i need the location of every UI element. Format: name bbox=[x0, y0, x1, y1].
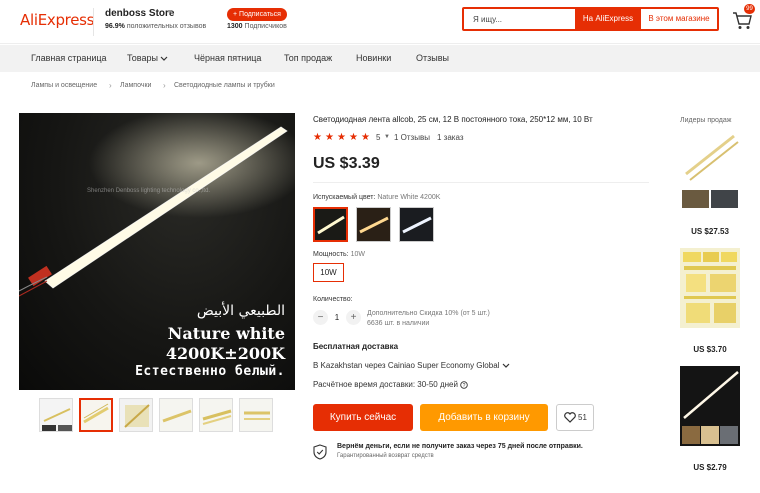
recommended-product-price: US $2.79 bbox=[693, 463, 727, 472]
nav-item-top-sales[interactable]: Топ продаж bbox=[284, 53, 332, 63]
color-option-warm-white[interactable] bbox=[356, 207, 391, 242]
recommended-product-image[interactable] bbox=[680, 248, 740, 328]
gallery-thumbnail[interactable] bbox=[199, 398, 233, 432]
search-input[interactable] bbox=[464, 9, 574, 29]
divider bbox=[93, 8, 94, 36]
divider bbox=[313, 182, 649, 183]
top-sellers-title: Лидеры продаж bbox=[680, 117, 732, 124]
power-label: Мощность: 10W bbox=[313, 251, 365, 258]
breadcrumb-item[interactable]: Светодиодные лампы и трубки bbox=[174, 82, 275, 89]
recommended-product-price: US $27.53 bbox=[691, 227, 729, 236]
shipping-title: Бесплатная доставка bbox=[313, 342, 399, 351]
chevron-down-icon[interactable]: ▼ bbox=[384, 134, 390, 140]
star-icon: ★ bbox=[349, 132, 358, 143]
star-icon: ★ bbox=[361, 132, 370, 143]
chevron-right-icon: › bbox=[109, 81, 112, 90]
chevron-down-icon bbox=[502, 363, 510, 368]
star-icon: ★ bbox=[325, 132, 334, 143]
quantity-increase-button[interactable]: + bbox=[346, 310, 361, 325]
add-to-cart-button[interactable]: Добавить в корзину bbox=[420, 404, 548, 431]
wishlist-button[interactable] bbox=[556, 404, 594, 431]
product-price: US $3.39 bbox=[313, 155, 380, 172]
nav-item-reviews[interactable]: Отзывы bbox=[416, 53, 449, 63]
gallery-thumbnail[interactable] bbox=[159, 398, 193, 432]
heart-icon bbox=[564, 412, 576, 423]
stock-note: 6636 шт. в наличии bbox=[367, 320, 430, 327]
product-title: Светодиодная лента allcob, 25 см, 12 В п… bbox=[313, 115, 593, 124]
chevron-down-icon bbox=[161, 56, 168, 61]
reviews-link[interactable]: 1 Отзывы bbox=[394, 133, 430, 142]
quantity-decrease-button[interactable]: − bbox=[313, 310, 328, 325]
svg-text:?: ? bbox=[463, 383, 466, 389]
gallery-thumbnail[interactable] bbox=[39, 398, 73, 432]
nav-item-home[interactable]: Главная страница bbox=[31, 53, 107, 63]
caption-arabic: الطبيعي الأبيض bbox=[196, 303, 285, 319]
quantity-value[interactable]: 1 bbox=[331, 313, 343, 322]
store-name[interactable]: denboss Store bbox=[105, 8, 174, 19]
breadcrumb-item[interactable]: Лампочки bbox=[120, 82, 151, 89]
color-option-nature-white[interactable] bbox=[313, 207, 348, 242]
orders-count: 1 заказ bbox=[437, 133, 464, 142]
color-option-cold-white[interactable] bbox=[399, 207, 434, 242]
chevron-right-icon: › bbox=[163, 81, 166, 90]
caption-russian: Естественно белый. bbox=[135, 364, 285, 379]
chevron-down-icon[interactable]: ▼ bbox=[166, 9, 173, 16]
quantity-label: Количество: bbox=[313, 296, 353, 303]
recommended-product-image[interactable] bbox=[680, 130, 740, 210]
breadcrumb-item[interactable]: Лампы и освещение bbox=[31, 82, 97, 89]
wishlist-count: 51 bbox=[578, 413, 587, 422]
cart-count-badge: 99 bbox=[744, 4, 755, 14]
search-store-button[interactable]: В этом магазине bbox=[641, 9, 717, 29]
nav-item-black-friday[interactable]: Чёрная пятница bbox=[194, 53, 261, 63]
caption-english: Nature white bbox=[167, 324, 285, 343]
header: AliExpress denboss Store ▼ 96.9% положит… bbox=[0, 0, 760, 44]
store-rating: 96.9% положительных отзывов bbox=[105, 23, 207, 30]
subscribe-button[interactable]: + Подписаться bbox=[227, 8, 287, 21]
recommended-product-image[interactable] bbox=[680, 366, 740, 446]
caption-temperature: 4200K±200K bbox=[165, 344, 285, 363]
guarantee-subtext: Гарантированный возврат средств bbox=[337, 453, 434, 459]
gallery-thumbnail[interactable] bbox=[119, 398, 153, 432]
rating-value: 5 bbox=[376, 133, 381, 142]
aliexpress-logo[interactable]: AliExpress bbox=[20, 11, 94, 29]
search-bar: На AliExpress В этом магазине bbox=[462, 7, 719, 31]
shipping-time: Расчётное время доставки: 30-50 дней ? bbox=[313, 380, 468, 389]
shield-check-icon bbox=[313, 444, 327, 460]
recommended-product-price: US $3.70 bbox=[693, 345, 727, 354]
watermark: Shenzhen Denboss lighting technology co.… bbox=[87, 188, 211, 194]
guarantee-text: Вернём деньги, если не получите заказ че… bbox=[337, 443, 583, 450]
nav-item-new[interactable]: Новинки bbox=[356, 53, 391, 63]
star-icon: ★ bbox=[337, 132, 346, 143]
nav-item-products[interactable]: Товары bbox=[127, 53, 168, 63]
shipping-destination[interactable]: В Kazakhstan через Cainiao Super Economy… bbox=[313, 361, 510, 370]
help-icon[interactable]: ? bbox=[460, 381, 468, 389]
search-aliexpress-button[interactable]: На AliExpress bbox=[575, 9, 641, 29]
main-product-image[interactable]: Shenzhen Denboss lighting technology co.… bbox=[19, 113, 295, 390]
gallery-thumbnail[interactable] bbox=[239, 398, 273, 432]
buy-now-button[interactable]: Купить сейчас bbox=[313, 404, 413, 431]
store-subscribers: 1300 Подписчиков bbox=[227, 23, 287, 30]
gallery-thumbnail[interactable] bbox=[79, 398, 113, 432]
star-icon: ★ bbox=[313, 132, 322, 143]
color-label: Испускаемый цвет: Nature White 4200K bbox=[313, 194, 441, 201]
store-nav: Главная страница Товары Чёрная пятница Т… bbox=[0, 45, 760, 72]
discount-note: Дополнительно Скидка 10% (от 5 шт.) bbox=[367, 310, 490, 317]
power-option-10w[interactable]: 10W bbox=[313, 263, 344, 282]
